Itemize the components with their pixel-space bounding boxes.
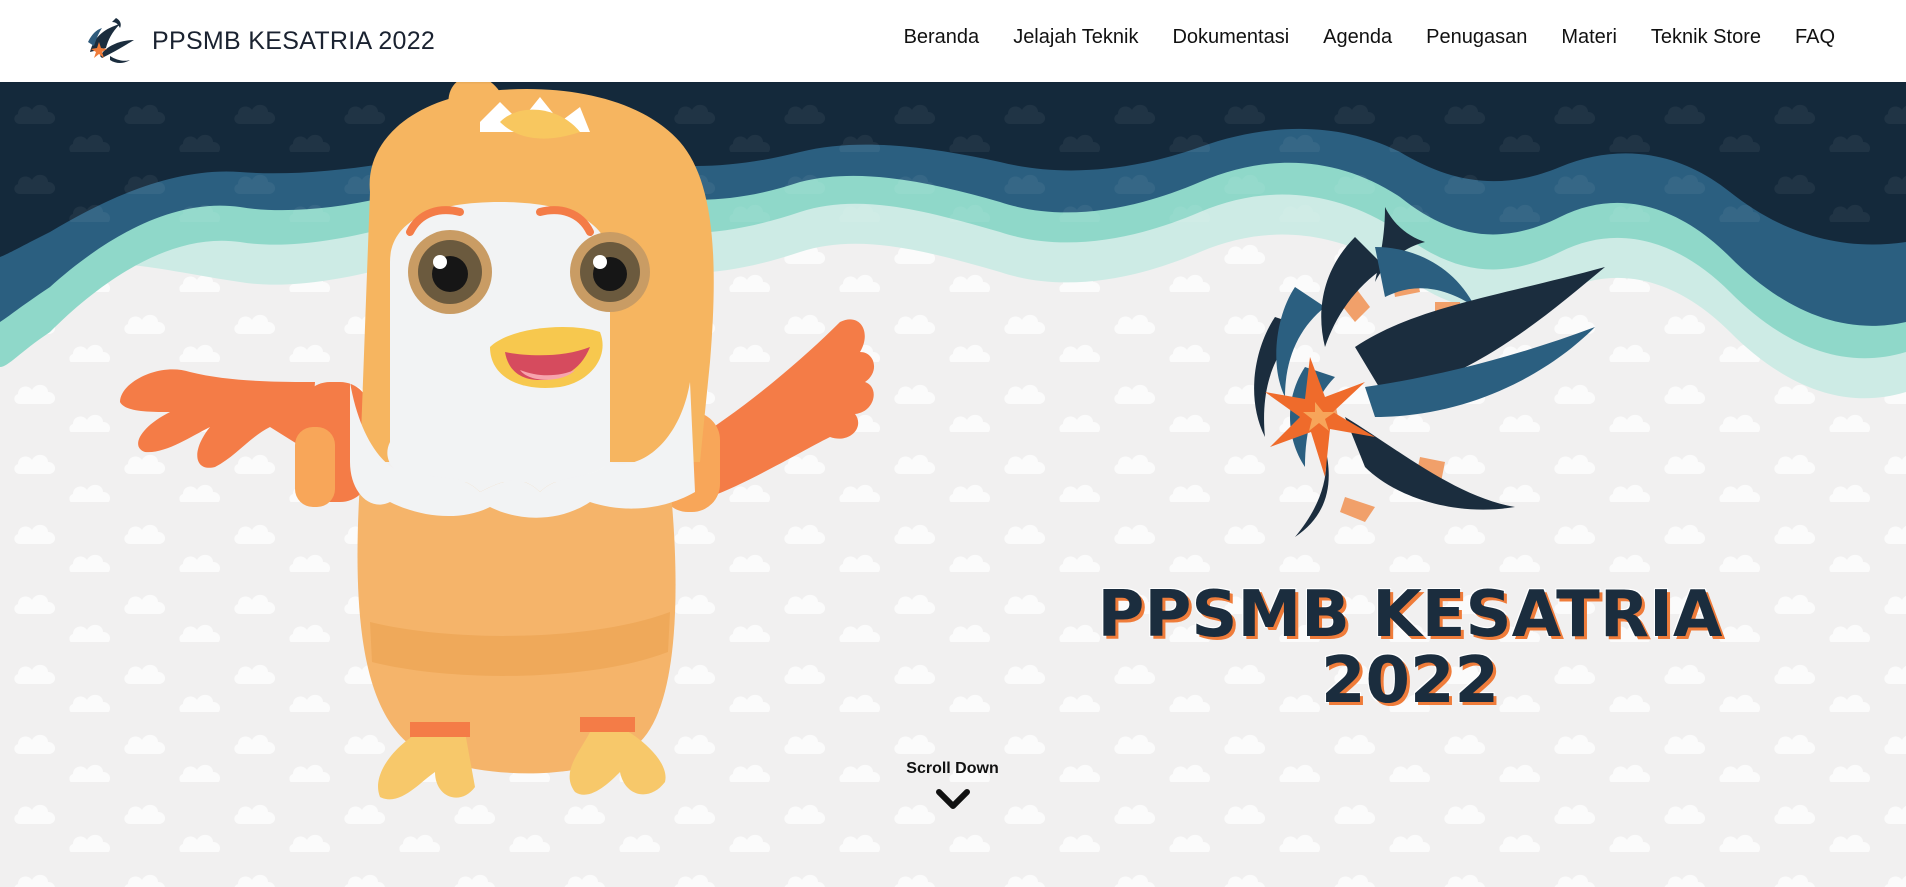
brand-title: PPSMB KESATRIA 2022 [152,26,436,55]
hero-title-line2: 2022 [1320,644,1500,718]
nav-link-penugasan[interactable]: Penugasan [1426,26,1527,49]
eagle-mascot-icon [120,82,875,800]
brand-logo-icon [88,18,134,63]
nav-link-faq[interactable]: FAQ [1795,26,1835,49]
hero-section: PPSMB KESATRIA 2022 Scroll Down [0,82,1906,887]
nav-link-materi[interactable]: Materi [1561,26,1617,49]
nav-link-agenda[interactable]: Agenda [1323,26,1392,49]
scroll-down-label: Scroll Down [906,760,999,777]
scroll-down-button[interactable]: Scroll Down [870,760,1035,812]
hero-title-line1: PPSMB KESATRIA [1097,578,1723,652]
nav-link-beranda[interactable]: Beranda [904,26,980,49]
nav-link-teknik-store[interactable]: Teknik Store [1651,26,1761,49]
nav-link-dokumentasi[interactable]: Dokumentasi [1172,26,1289,49]
hero-title: PPSMB KESATRIA 2022 [1060,582,1760,714]
brand-home-link[interactable]: PPSMB KESATRIA 2022 [80,12,435,70]
main-nav: Beranda Jelajah Teknik Dokumentasi Agend… [904,0,1835,74]
nav-link-jelajah-teknik[interactable]: Jelajah Teknik [1013,26,1138,49]
navbar: PPSMB KESATRIA 2022 Beranda Jelajah Tekn… [0,0,1906,82]
kesatria-emblem-icon [1254,207,1605,537]
chevron-down-icon [935,789,970,809]
